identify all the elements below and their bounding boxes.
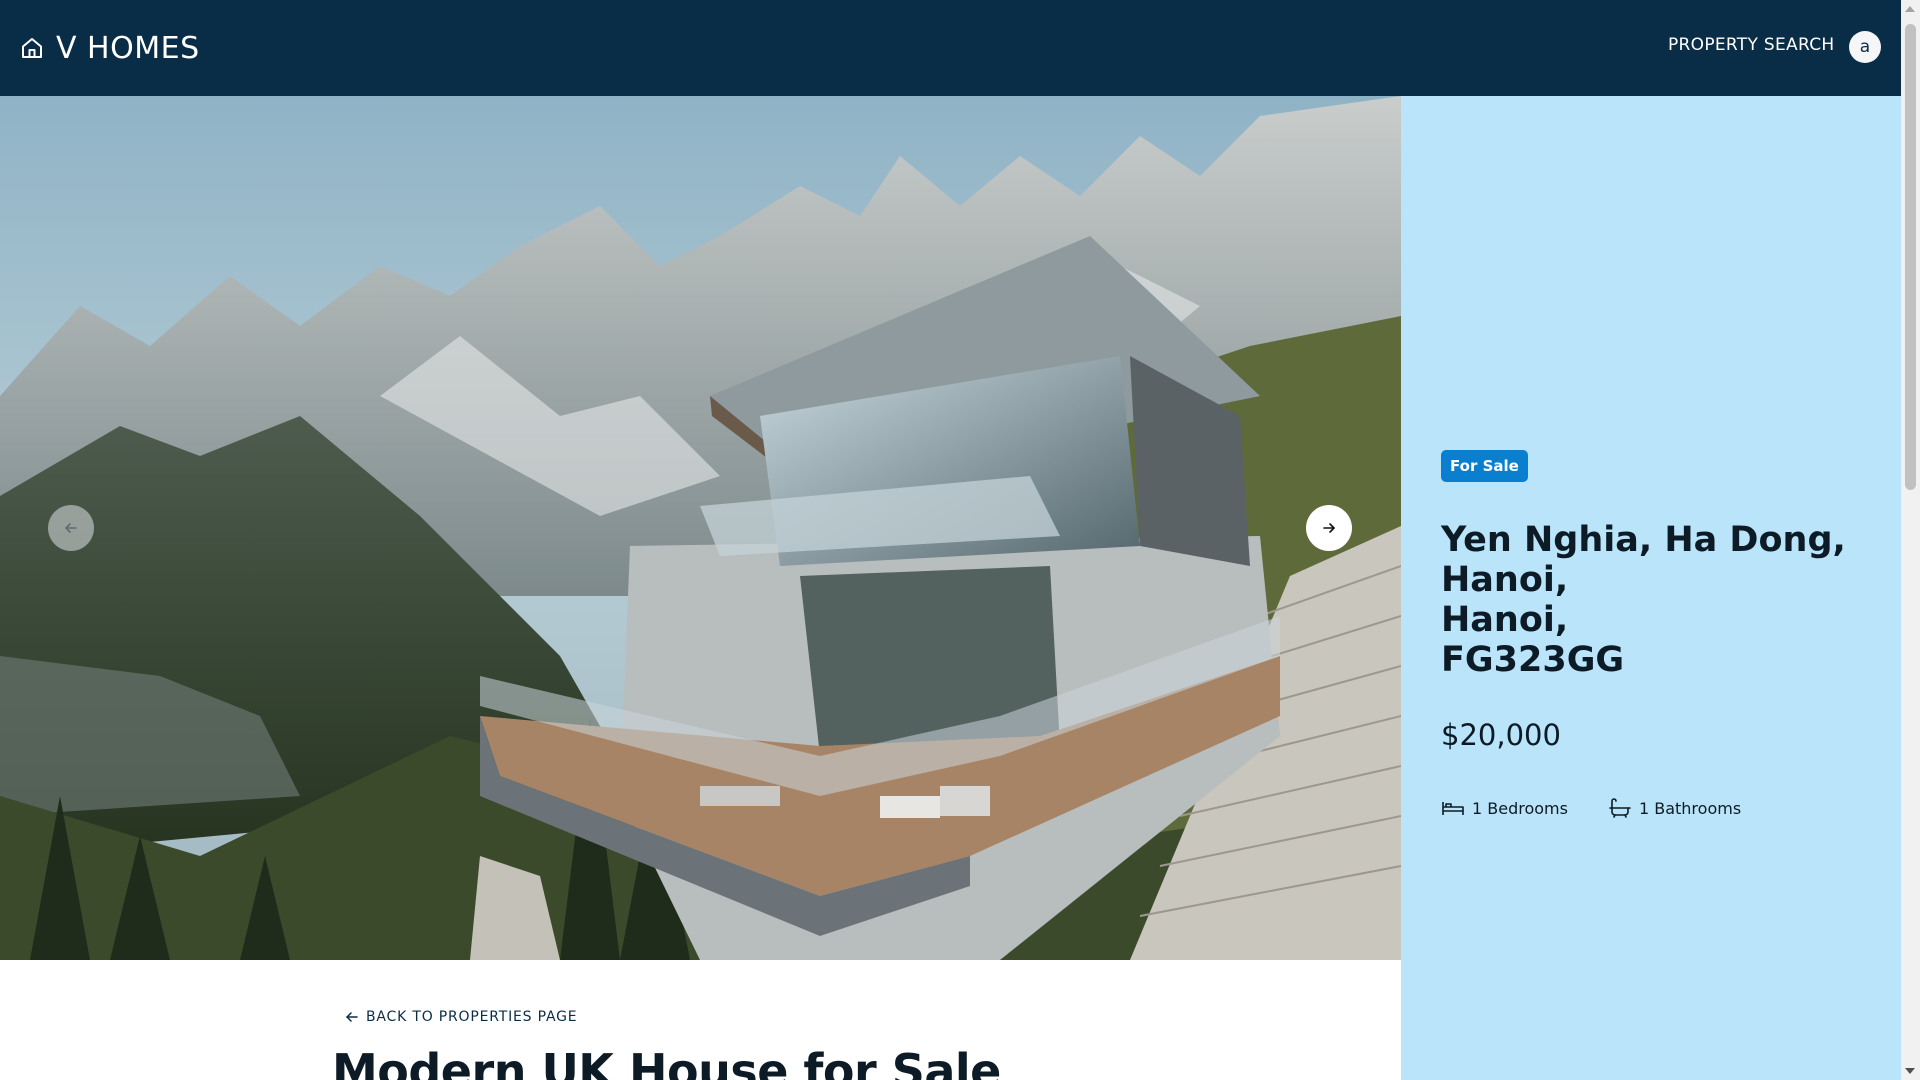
- brand-logo-link[interactable]: V HOMES: [20, 28, 200, 68]
- bath-icon: [1609, 798, 1631, 818]
- carousel-next-button[interactable]: [1306, 505, 1352, 551]
- home-icon: [22, 38, 42, 58]
- brand-name: V HOMES: [56, 30, 200, 66]
- scroll-up-arrow-icon[interactable]: [1905, 6, 1915, 12]
- arrow-left-icon: [346, 1012, 358, 1022]
- scrollbar-thumb[interactable]: [1905, 24, 1916, 490]
- feature-bedrooms: 1 Bedrooms: [1441, 796, 1568, 820]
- property-content: BACK TO PROPERTIES PAGE Modern UK House …: [0, 960, 1401, 1080]
- carousel-prev-button[interactable]: [48, 505, 94, 551]
- feature-label: 1 Bedrooms: [1472, 798, 1568, 818]
- address-line: FG323GG: [1441, 640, 1625, 680]
- property-details-panel: For Sale Yen Nghia, Ha Dong, Hanoi, Hano…: [1401, 96, 1901, 1080]
- user-avatar[interactable]: a: [1849, 31, 1881, 63]
- address-line: Hanoi,: [1441, 560, 1569, 600]
- scroll-down-arrow-icon[interactable]: [1905, 1068, 1915, 1074]
- address-line: Yen Nghia, Ha Dong,: [1441, 520, 1846, 560]
- property-address: Yen Nghia, Ha Dong, Hanoi, Hanoi, FG323G…: [1441, 520, 1881, 680]
- arrow-right-icon: [1323, 523, 1335, 533]
- top-navbar: V HOMES PROPERTY SEARCH a: [0, 0, 1901, 96]
- arrow-left-icon: [65, 523, 77, 533]
- vertical-scrollbar[interactable]: [1901, 0, 1920, 1080]
- feature-bathrooms: 1 Bathrooms: [1608, 796, 1741, 820]
- nav-property-search[interactable]: PROPERTY SEARCH: [1668, 35, 1834, 55]
- property-price: $20,000: [1441, 718, 1561, 752]
- page: V HOMES PROPERTY SEARCH a For Sale Yen N…: [0, 0, 1920, 1080]
- status-badge: For Sale: [1441, 450, 1528, 482]
- property-features: 1 Bedrooms 1 Bathrooms: [1441, 796, 1781, 820]
- back-link-label: BACK TO PROPERTIES PAGE: [366, 1009, 578, 1025]
- bed-icon: [1442, 802, 1464, 815]
- back-to-properties-link[interactable]: BACK TO PROPERTIES PAGE: [344, 1009, 577, 1025]
- address-line: Hanoi,: [1441, 600, 1569, 640]
- feature-label: 1 Bathrooms: [1638, 798, 1742, 818]
- property-photo: [0, 96, 1401, 960]
- page-title: Modern UK House for Sale: [332, 1044, 1001, 1080]
- property-image-carousel: [0, 96, 1401, 960]
